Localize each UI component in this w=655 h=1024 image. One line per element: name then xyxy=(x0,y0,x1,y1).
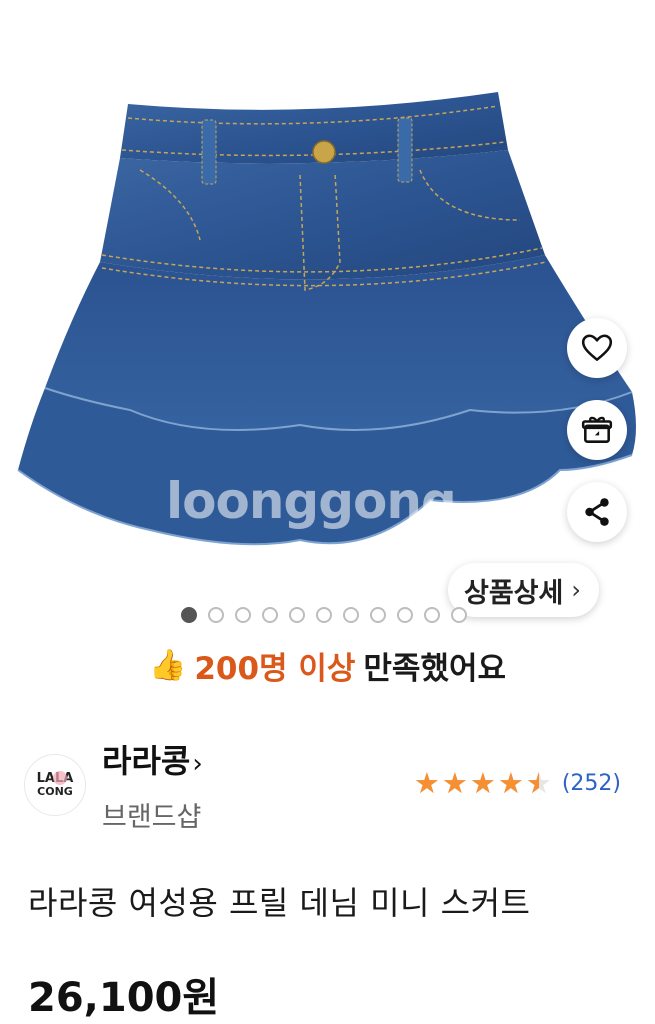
satisfaction-text: 만족했어요 xyxy=(363,651,507,687)
gift-button[interactable] xyxy=(567,400,627,460)
rating[interactable]: ★★★★★★★★★★ (252) xyxy=(414,768,621,798)
carousel-indicator xyxy=(181,607,467,623)
logo-heart-icon xyxy=(53,771,67,785)
carousel-dot[interactable] xyxy=(424,607,440,623)
product-detail-button[interactable]: 상품상세 › xyxy=(448,563,599,617)
product-price: 26,100원 xyxy=(28,975,220,1021)
brand-info: LALA CONG 라라콩› 브랜드샵 ★★★★★★★★★★ (252) xyxy=(0,732,655,842)
heart-icon xyxy=(581,334,613,361)
share-icon xyxy=(585,498,609,526)
brand-logo[interactable]: LALA CONG xyxy=(24,754,86,816)
rating-stars: ★★★★★★★★★★ xyxy=(414,768,552,798)
carousel-dot[interactable] xyxy=(289,607,305,623)
thumbs-up-icon: 👍 xyxy=(148,648,187,683)
star-icon: ★★ xyxy=(497,766,524,800)
product-image xyxy=(17,92,636,546)
carousel-dot[interactable] xyxy=(316,607,332,623)
chevron-right-icon: › xyxy=(192,749,203,779)
carousel-dot[interactable] xyxy=(370,607,386,623)
brand-name: 라라콩 xyxy=(102,742,191,780)
carousel-dot[interactable] xyxy=(451,607,467,623)
share-button[interactable] xyxy=(567,482,627,542)
star-icon: ★★ xyxy=(441,766,468,800)
gift-icon xyxy=(581,416,613,443)
star-icon: ★★ xyxy=(469,766,496,800)
star-icon: ★★ xyxy=(413,766,440,800)
carousel-dot[interactable] xyxy=(235,607,251,623)
product-title: 라라콩 여성용 프릴 데님 미니 스커트 xyxy=(28,884,531,922)
carousel-dot[interactable] xyxy=(181,607,197,623)
brand-name-link[interactable]: 라라콩› xyxy=(102,736,203,782)
satisfaction-banner: 👍 200명 이상 만족했어요 xyxy=(0,643,655,688)
star-icon: ★★ xyxy=(525,766,552,800)
chevron-right-icon: › xyxy=(571,576,581,604)
watermark: loonggong xyxy=(166,472,457,530)
like-button[interactable] xyxy=(567,318,627,378)
carousel-dot[interactable] xyxy=(262,607,278,623)
logo-line2: CONG xyxy=(37,785,73,798)
brand-subtitle: 브랜드샵 xyxy=(102,802,202,833)
carousel-dot[interactable] xyxy=(208,607,224,623)
carousel-dot[interactable] xyxy=(343,607,359,623)
carousel-dot[interactable] xyxy=(397,607,413,623)
product-image-carousel[interactable]: loonggong 상품상세 › xyxy=(0,0,655,640)
satisfaction-count: 200명 이상 xyxy=(194,651,356,687)
product-detail-label: 상품상세 xyxy=(464,577,564,609)
review-count[interactable]: (252) xyxy=(562,771,621,796)
